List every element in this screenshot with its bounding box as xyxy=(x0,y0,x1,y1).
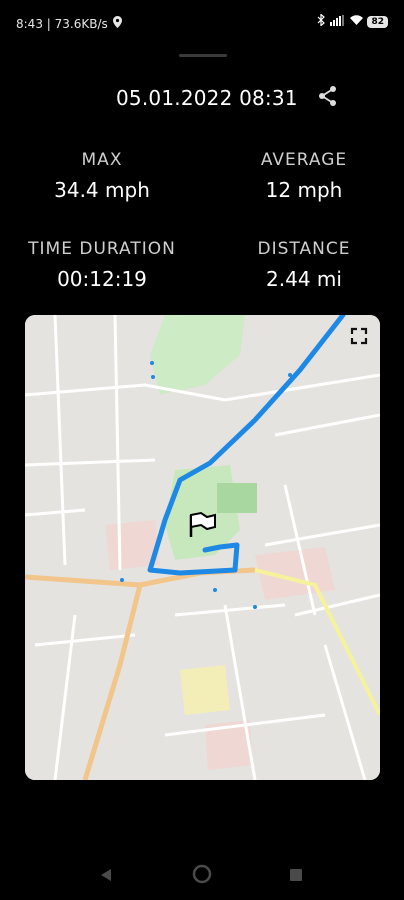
nav-home-button[interactable] xyxy=(190,864,214,888)
status-right: 82 xyxy=(317,13,388,29)
stat-distance-label: DISTANCE xyxy=(257,239,351,259)
wifi-icon xyxy=(350,14,364,29)
school-block xyxy=(180,665,230,715)
home-icon xyxy=(192,864,212,888)
location-icon xyxy=(112,16,122,31)
stat-distance-value: 2.44 mi xyxy=(266,267,342,291)
stat-average: AVERAGE 12 mph xyxy=(214,150,394,202)
status-bar: 8:43 | 73.6KB/s 82 xyxy=(0,0,404,44)
stat-max: MAX 34.4 mph xyxy=(12,150,192,202)
fullscreen-button[interactable] xyxy=(350,327,368,345)
stat-average-label: AVERAGE xyxy=(260,150,348,170)
route-map[interactable] xyxy=(25,315,380,780)
stat-time-duration-value: 00:12:19 xyxy=(57,267,147,291)
fullscreen-icon xyxy=(350,327,368,349)
back-icon xyxy=(99,867,113,886)
share-button[interactable] xyxy=(314,84,342,112)
stat-distance: DISTANCE 2.44 mi xyxy=(214,239,394,291)
status-left: 8:43 | 73.6KB/s xyxy=(16,16,122,31)
stat-time-duration-label: TIME DURATION xyxy=(28,239,176,259)
map-canvas[interactable] xyxy=(25,315,380,780)
signal-icon xyxy=(330,14,346,29)
sports-field xyxy=(217,483,257,513)
status-time-speed: 8:43 | 73.6KB/s xyxy=(16,16,108,31)
trip-datetime: 05.01.2022 08:31 xyxy=(116,86,298,110)
nav-back-button[interactable] xyxy=(94,864,118,888)
stat-time-duration: TIME DURATION 00:12:19 xyxy=(12,239,192,291)
stat-average-value: 12 mph xyxy=(265,178,343,202)
stat-max-value: 34.4 mph xyxy=(54,178,150,202)
bluetooth-icon xyxy=(317,13,326,29)
sheet-handle[interactable] xyxy=(179,54,227,57)
share-icon xyxy=(317,85,339,111)
stat-max-label: MAX xyxy=(81,150,123,170)
recents-icon xyxy=(289,867,303,886)
nav-recents-button[interactable] xyxy=(284,864,308,888)
battery-indicator: 82 xyxy=(367,15,388,28)
system-nav-bar xyxy=(0,848,404,900)
